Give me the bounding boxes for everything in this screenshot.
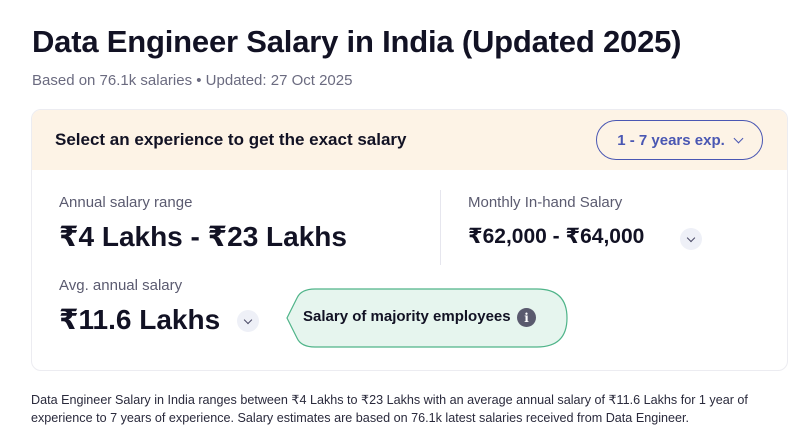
chevron-down-icon bbox=[686, 233, 696, 242]
annual-range-label: Annual salary range bbox=[59, 194, 193, 211]
column-divider bbox=[440, 190, 441, 265]
experience-bar: Select an experience to get the exact sa… bbox=[32, 110, 787, 170]
monthly-inhand-label: Monthly In-hand Salary bbox=[468, 194, 623, 211]
chevron-down-icon bbox=[243, 315, 253, 324]
experience-dropdown[interactable]: 1 - 7 years exp. bbox=[596, 120, 763, 160]
avg-salary-label: Avg. annual salary bbox=[59, 277, 183, 294]
experience-dropdown-label: 1 - 7 years exp. bbox=[617, 131, 725, 149]
info-icon[interactable]: i bbox=[517, 308, 536, 327]
monthly-expand-button[interactable] bbox=[680, 228, 702, 250]
monthly-inhand-value: ₹62,000 - ₹64,000 bbox=[468, 225, 645, 248]
avg-expand-button[interactable] bbox=[237, 310, 259, 332]
avg-salary-value: ₹11.6 Lakhs bbox=[59, 304, 221, 335]
page-subtitle: Based on 76.1k salaries • Updated: 27 Oc… bbox=[32, 72, 353, 89]
chevron-down-icon bbox=[733, 133, 744, 143]
page-title: Data Engineer Salary in India (Updated 2… bbox=[32, 24, 682, 59]
annual-range-value: ₹4 Lakhs - ₹23 Lakhs bbox=[59, 221, 347, 252]
salary-card: Select an experience to get the exact sa… bbox=[31, 109, 788, 371]
majority-salary-tooltip: Salary of majority employees i bbox=[285, 288, 568, 348]
experience-prompt: Select an experience to get the exact sa… bbox=[55, 130, 407, 149]
tooltip-text: Salary of majority employees bbox=[303, 308, 511, 325]
salary-description: Data Engineer Salary in India ranges bet… bbox=[31, 393, 748, 425]
